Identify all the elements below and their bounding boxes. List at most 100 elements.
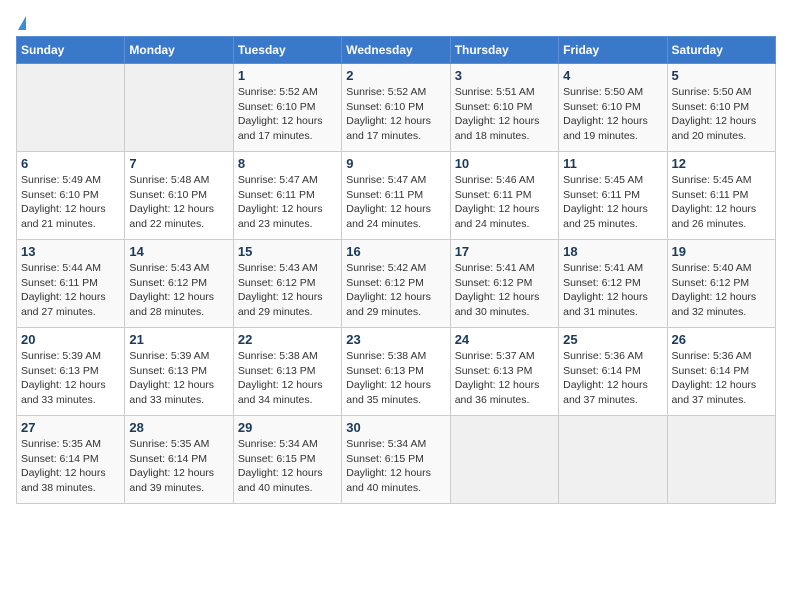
calendar-cell — [17, 64, 125, 152]
day-detail: Sunrise: 5:50 AMSunset: 6:10 PMDaylight:… — [563, 85, 662, 144]
day-detail: Sunrise: 5:38 AMSunset: 6:13 PMDaylight:… — [346, 349, 445, 408]
calendar-cell: 8 Sunrise: 5:47 AMSunset: 6:11 PMDayligh… — [233, 152, 341, 240]
day-number: 14 — [129, 244, 228, 259]
day-number: 24 — [455, 332, 554, 347]
weekday-header-wednesday: Wednesday — [342, 37, 450, 64]
day-detail: Sunrise: 5:37 AMSunset: 6:13 PMDaylight:… — [455, 349, 554, 408]
calendar-cell: 13 Sunrise: 5:44 AMSunset: 6:11 PMDaylig… — [17, 240, 125, 328]
day-detail: Sunrise: 5:41 AMSunset: 6:12 PMDaylight:… — [455, 261, 554, 320]
day-detail: Sunrise: 5:35 AMSunset: 6:14 PMDaylight:… — [129, 437, 228, 496]
calendar-cell: 23 Sunrise: 5:38 AMSunset: 6:13 PMDaylig… — [342, 328, 450, 416]
day-detail: Sunrise: 5:34 AMSunset: 6:15 PMDaylight:… — [238, 437, 337, 496]
calendar-cell: 21 Sunrise: 5:39 AMSunset: 6:13 PMDaylig… — [125, 328, 233, 416]
logo-triangle-icon — [18, 16, 26, 30]
weekday-header-thursday: Thursday — [450, 37, 558, 64]
day-number: 27 — [21, 420, 120, 435]
calendar-cell: 12 Sunrise: 5:45 AMSunset: 6:11 PMDaylig… — [667, 152, 775, 240]
day-number: 19 — [672, 244, 771, 259]
day-detail: Sunrise: 5:47 AMSunset: 6:11 PMDaylight:… — [238, 173, 337, 232]
day-number: 12 — [672, 156, 771, 171]
calendar-cell: 17 Sunrise: 5:41 AMSunset: 6:12 PMDaylig… — [450, 240, 558, 328]
day-number: 9 — [346, 156, 445, 171]
weekday-header-friday: Friday — [559, 37, 667, 64]
weekday-header-sunday: Sunday — [17, 37, 125, 64]
weekday-header-monday: Monday — [125, 37, 233, 64]
calendar-cell: 26 Sunrise: 5:36 AMSunset: 6:14 PMDaylig… — [667, 328, 775, 416]
calendar-cell — [450, 416, 558, 504]
day-number: 10 — [455, 156, 554, 171]
weekday-header-tuesday: Tuesday — [233, 37, 341, 64]
calendar-cell — [559, 416, 667, 504]
day-number: 18 — [563, 244, 662, 259]
day-detail: Sunrise: 5:38 AMSunset: 6:13 PMDaylight:… — [238, 349, 337, 408]
day-detail: Sunrise: 5:34 AMSunset: 6:15 PMDaylight:… — [346, 437, 445, 496]
day-detail: Sunrise: 5:40 AMSunset: 6:12 PMDaylight:… — [672, 261, 771, 320]
day-number: 11 — [563, 156, 662, 171]
day-detail: Sunrise: 5:39 AMSunset: 6:13 PMDaylight:… — [21, 349, 120, 408]
day-detail: Sunrise: 5:43 AMSunset: 6:12 PMDaylight:… — [129, 261, 228, 320]
calendar-table: SundayMondayTuesdayWednesdayThursdayFrid… — [16, 36, 776, 504]
day-number: 4 — [563, 68, 662, 83]
calendar-cell: 14 Sunrise: 5:43 AMSunset: 6:12 PMDaylig… — [125, 240, 233, 328]
calendar-cell — [125, 64, 233, 152]
day-detail: Sunrise: 5:51 AMSunset: 6:10 PMDaylight:… — [455, 85, 554, 144]
calendar-cell: 29 Sunrise: 5:34 AMSunset: 6:15 PMDaylig… — [233, 416, 341, 504]
day-detail: Sunrise: 5:43 AMSunset: 6:12 PMDaylight:… — [238, 261, 337, 320]
day-number: 15 — [238, 244, 337, 259]
calendar-cell: 11 Sunrise: 5:45 AMSunset: 6:11 PMDaylig… — [559, 152, 667, 240]
day-number: 3 — [455, 68, 554, 83]
day-detail: Sunrise: 5:52 AMSunset: 6:10 PMDaylight:… — [346, 85, 445, 144]
day-number: 1 — [238, 68, 337, 83]
calendar-cell: 9 Sunrise: 5:47 AMSunset: 6:11 PMDayligh… — [342, 152, 450, 240]
day-number: 2 — [346, 68, 445, 83]
page-header — [16, 16, 776, 28]
calendar-cell: 20 Sunrise: 5:39 AMSunset: 6:13 PMDaylig… — [17, 328, 125, 416]
calendar-cell — [667, 416, 775, 504]
day-number: 20 — [21, 332, 120, 347]
day-number: 13 — [21, 244, 120, 259]
day-number: 29 — [238, 420, 337, 435]
day-detail: Sunrise: 5:45 AMSunset: 6:11 PMDaylight:… — [672, 173, 771, 232]
day-detail: Sunrise: 5:39 AMSunset: 6:13 PMDaylight:… — [129, 349, 228, 408]
logo — [16, 16, 26, 28]
day-number: 25 — [563, 332, 662, 347]
calendar-cell: 22 Sunrise: 5:38 AMSunset: 6:13 PMDaylig… — [233, 328, 341, 416]
day-number: 23 — [346, 332, 445, 347]
day-detail: Sunrise: 5:46 AMSunset: 6:11 PMDaylight:… — [455, 173, 554, 232]
calendar-cell: 7 Sunrise: 5:48 AMSunset: 6:10 PMDayligh… — [125, 152, 233, 240]
day-number: 17 — [455, 244, 554, 259]
calendar-cell: 28 Sunrise: 5:35 AMSunset: 6:14 PMDaylig… — [125, 416, 233, 504]
calendar-cell: 10 Sunrise: 5:46 AMSunset: 6:11 PMDaylig… — [450, 152, 558, 240]
calendar-cell: 3 Sunrise: 5:51 AMSunset: 6:10 PMDayligh… — [450, 64, 558, 152]
calendar-cell: 1 Sunrise: 5:52 AMSunset: 6:10 PMDayligh… — [233, 64, 341, 152]
day-detail: Sunrise: 5:45 AMSunset: 6:11 PMDaylight:… — [563, 173, 662, 232]
day-detail: Sunrise: 5:47 AMSunset: 6:11 PMDaylight:… — [346, 173, 445, 232]
day-detail: Sunrise: 5:35 AMSunset: 6:14 PMDaylight:… — [21, 437, 120, 496]
calendar-cell: 4 Sunrise: 5:50 AMSunset: 6:10 PMDayligh… — [559, 64, 667, 152]
calendar-cell: 24 Sunrise: 5:37 AMSunset: 6:13 PMDaylig… — [450, 328, 558, 416]
day-detail: Sunrise: 5:52 AMSunset: 6:10 PMDaylight:… — [238, 85, 337, 144]
calendar-cell: 27 Sunrise: 5:35 AMSunset: 6:14 PMDaylig… — [17, 416, 125, 504]
calendar-cell: 2 Sunrise: 5:52 AMSunset: 6:10 PMDayligh… — [342, 64, 450, 152]
day-detail: Sunrise: 5:42 AMSunset: 6:12 PMDaylight:… — [346, 261, 445, 320]
calendar-cell: 15 Sunrise: 5:43 AMSunset: 6:12 PMDaylig… — [233, 240, 341, 328]
day-number: 30 — [346, 420, 445, 435]
calendar-cell: 19 Sunrise: 5:40 AMSunset: 6:12 PMDaylig… — [667, 240, 775, 328]
day-number: 28 — [129, 420, 228, 435]
day-detail: Sunrise: 5:36 AMSunset: 6:14 PMDaylight:… — [563, 349, 662, 408]
calendar-cell: 25 Sunrise: 5:36 AMSunset: 6:14 PMDaylig… — [559, 328, 667, 416]
day-number: 22 — [238, 332, 337, 347]
day-number: 21 — [129, 332, 228, 347]
calendar-cell: 18 Sunrise: 5:41 AMSunset: 6:12 PMDaylig… — [559, 240, 667, 328]
day-detail: Sunrise: 5:50 AMSunset: 6:10 PMDaylight:… — [672, 85, 771, 144]
weekday-header-saturday: Saturday — [667, 37, 775, 64]
day-detail: Sunrise: 5:41 AMSunset: 6:12 PMDaylight:… — [563, 261, 662, 320]
calendar-cell: 5 Sunrise: 5:50 AMSunset: 6:10 PMDayligh… — [667, 64, 775, 152]
day-number: 6 — [21, 156, 120, 171]
calendar-cell: 30 Sunrise: 5:34 AMSunset: 6:15 PMDaylig… — [342, 416, 450, 504]
day-detail: Sunrise: 5:48 AMSunset: 6:10 PMDaylight:… — [129, 173, 228, 232]
day-number: 7 — [129, 156, 228, 171]
day-detail: Sunrise: 5:49 AMSunset: 6:10 PMDaylight:… — [21, 173, 120, 232]
calendar-cell: 16 Sunrise: 5:42 AMSunset: 6:12 PMDaylig… — [342, 240, 450, 328]
calendar-cell: 6 Sunrise: 5:49 AMSunset: 6:10 PMDayligh… — [17, 152, 125, 240]
